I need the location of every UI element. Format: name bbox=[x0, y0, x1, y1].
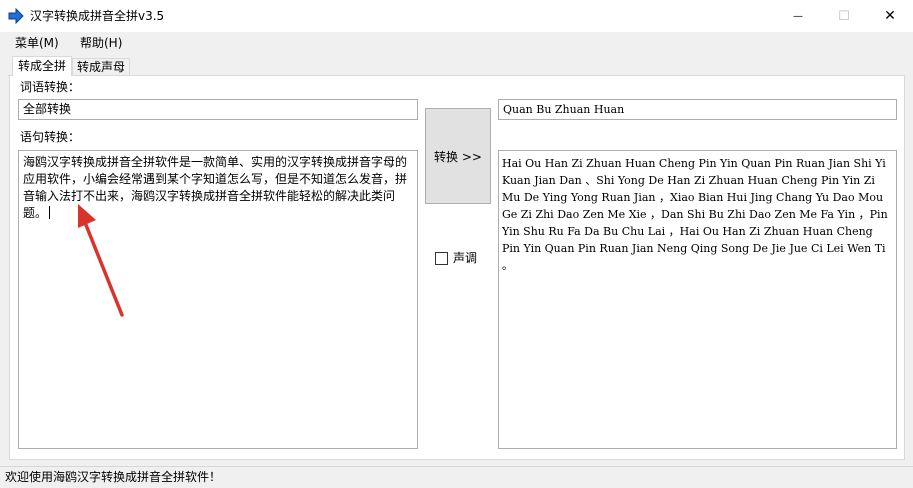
minimize-icon: — bbox=[793, 10, 803, 22]
tab-initials[interactable]: 转成声母 bbox=[72, 58, 130, 76]
menu-item-menu[interactable]: 菜单(M) bbox=[15, 35, 59, 51]
window-title: 汉字转换成拼音全拼v3.5 bbox=[30, 9, 165, 23]
status-text: 欢迎使用海鸥汉字转换成拼音全拼软件！ bbox=[5, 470, 222, 484]
close-button[interactable]: ✕ bbox=[867, 0, 913, 32]
minimize-button[interactable]: — bbox=[775, 0, 821, 32]
tab-full-pinyin[interactable]: 转成全拼 bbox=[12, 56, 72, 77]
close-icon: ✕ bbox=[884, 8, 896, 24]
word-output[interactable]: Quan Bu Zhuan Huan bbox=[498, 99, 897, 120]
text-caret bbox=[49, 206, 51, 219]
convert-button[interactable]: 转换 >> bbox=[425, 108, 491, 204]
app-arrow-icon bbox=[8, 8, 24, 24]
red-arrow-annotation bbox=[78, 204, 124, 317]
word-label: 词语转换： bbox=[20, 80, 81, 94]
sentence-label: 语句转换： bbox=[20, 130, 81, 144]
menu-item-help[interactable]: 帮助(H) bbox=[80, 35, 122, 51]
menu-bar bbox=[0, 32, 913, 54]
maximize-button[interactable]: ☐ bbox=[821, 0, 867, 32]
maximize-icon: ☐ bbox=[838, 8, 850, 24]
word-input[interactable]: 全部转换 bbox=[18, 99, 418, 120]
sentence-output[interactable]: Hai Ou Han Zi Zhuan Huan Cheng Pin Yin Q… bbox=[498, 150, 897, 449]
tone-checkbox[interactable] bbox=[435, 252, 448, 265]
tone-checkbox-label[interactable]: 声调 bbox=[453, 251, 477, 265]
convert-button-label: 转换 >> bbox=[434, 149, 482, 164]
